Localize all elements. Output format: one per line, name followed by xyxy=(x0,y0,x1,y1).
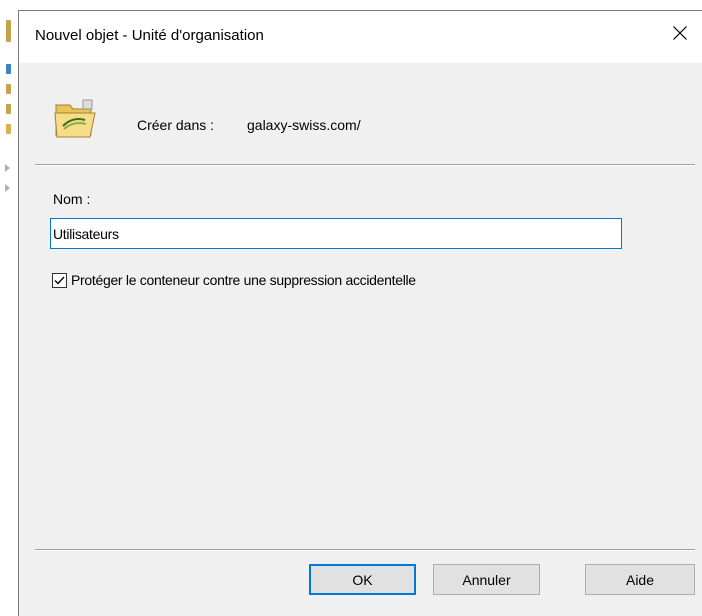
background-window-top xyxy=(0,0,702,10)
dialog-title: Nouvel objet - Unité d'organisation xyxy=(35,27,264,44)
close-button[interactable] xyxy=(658,11,702,55)
protect-checkbox[interactable]: Protéger le conteneur contre une suppres… xyxy=(52,270,416,290)
cancel-button[interactable]: Annuler xyxy=(433,564,540,595)
new-ou-dialog: Nouvel objet - Unité d'organisation Crée… xyxy=(18,10,702,616)
background-folder-icon xyxy=(6,124,11,134)
background-folder-icon xyxy=(6,20,11,42)
create-in-path: galaxy-swiss.com/ xyxy=(247,117,361,133)
screen: Nouvel objet - Unité d'organisation Crée… xyxy=(0,0,702,616)
name-label: Nom : xyxy=(53,191,91,207)
protect-checkbox-label: Protéger le conteneur contre une suppres… xyxy=(71,272,416,288)
close-icon xyxy=(673,26,687,40)
background-window-strip xyxy=(0,0,18,616)
background-folder-icon xyxy=(6,104,11,114)
header-separator xyxy=(35,164,695,166)
help-button[interactable]: Aide xyxy=(585,564,695,595)
footer-separator xyxy=(35,549,695,551)
dialog-titlebar[interactable]: Nouvel objet - Unité d'organisation xyxy=(19,11,702,63)
checkbox-checked-icon[interactable] xyxy=(52,272,67,288)
ok-button[interactable]: OK xyxy=(309,564,416,595)
folder-ou-icon xyxy=(54,99,96,138)
background-folder-icon xyxy=(6,84,11,94)
background-expand-icon xyxy=(5,184,10,192)
background-item-icon xyxy=(6,64,11,74)
background-expand-icon xyxy=(5,164,10,172)
name-input[interactable] xyxy=(50,218,622,249)
create-in-label: Créer dans : xyxy=(137,117,215,133)
